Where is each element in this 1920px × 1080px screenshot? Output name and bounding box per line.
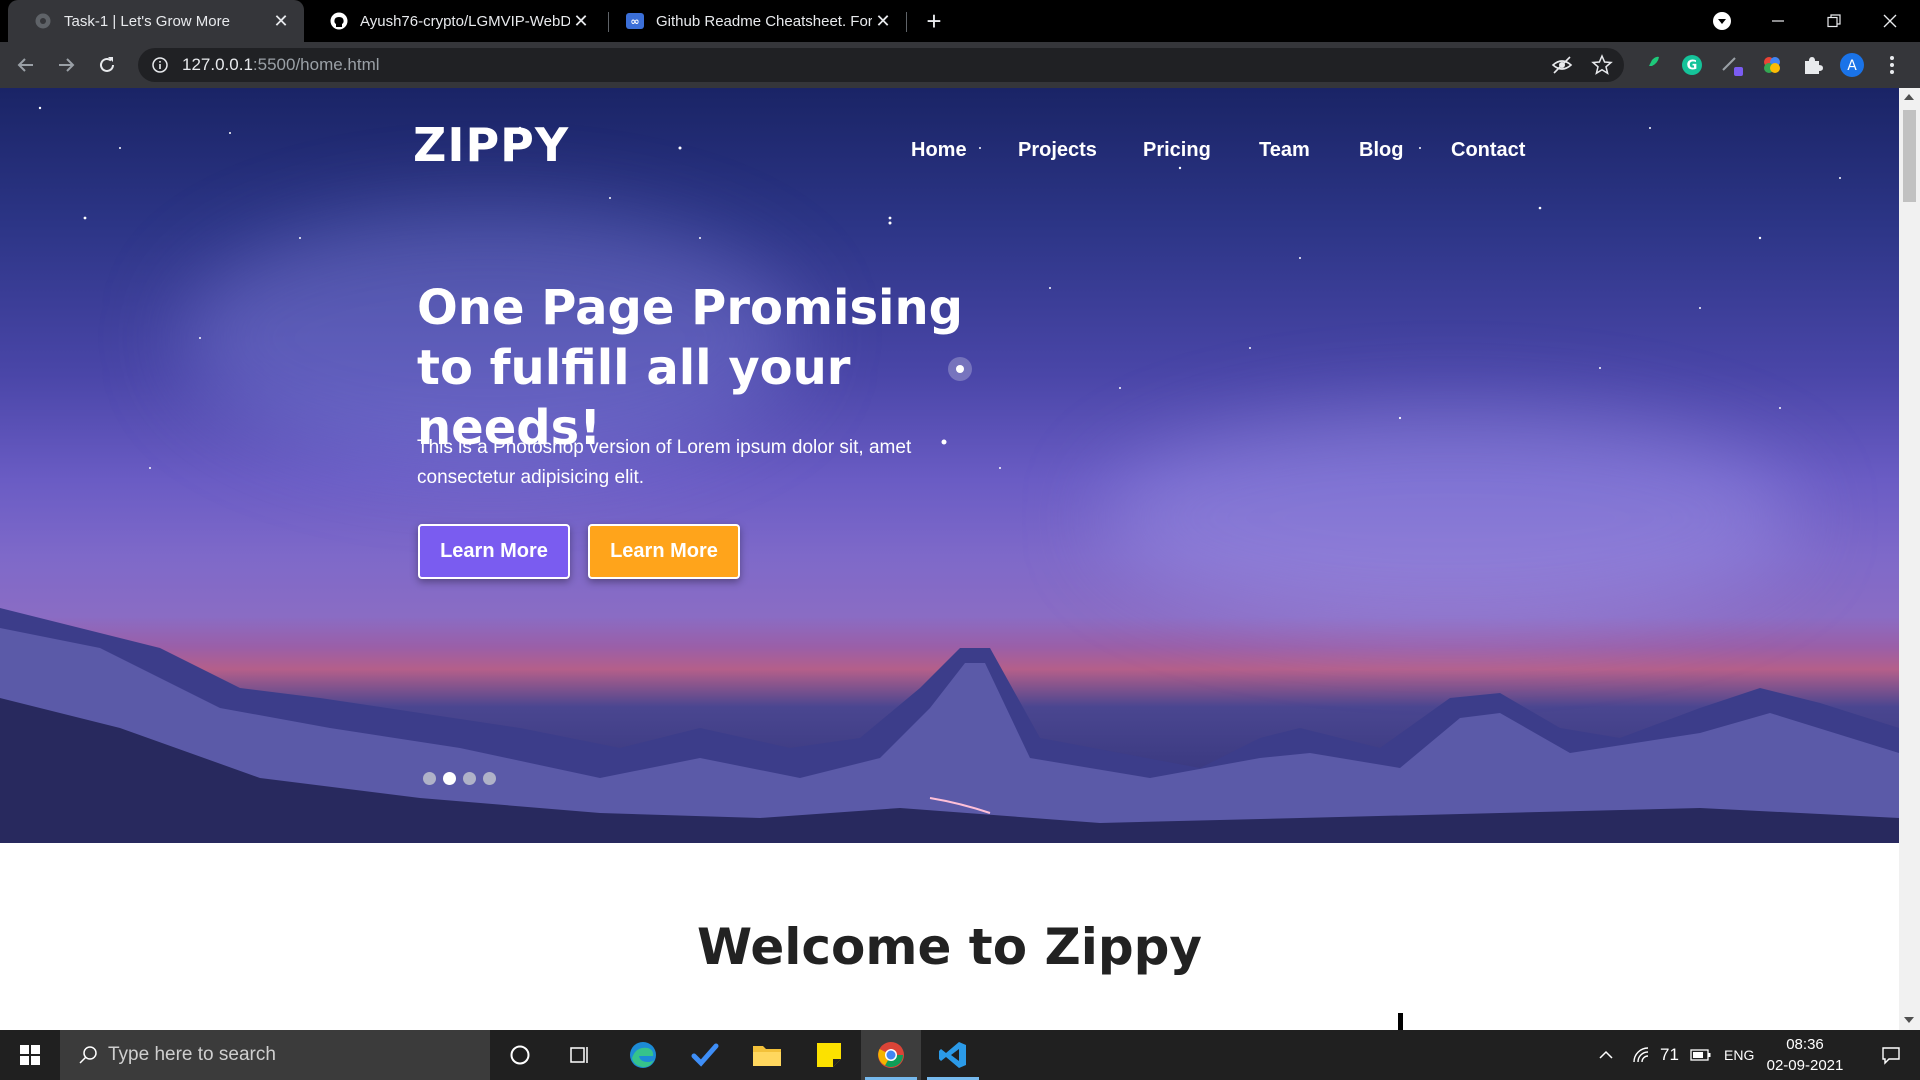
url-host: 127.0.0.1 [182, 55, 253, 74]
tab-title: Task-1 | Let's Grow More [64, 12, 230, 30]
welcome-heading: Welcome to Zippy [696, 918, 1203, 976]
nav-contact[interactable]: Contact [1451, 139, 1525, 162]
tray-temperature[interactable]: 71 [1660, 1030, 1679, 1080]
hero-section: ZIPPY Home Projects Pricing Team Blog Co… [0, 88, 1899, 843]
tab-task-1[interactable]: Task-1 | Let's Grow More ✕ [8, 0, 304, 42]
scroll-down-arrow-icon[interactable] [1904, 1017, 1914, 1023]
globe-icon [34, 12, 52, 30]
learn-more-secondary-button[interactable]: Learn More [588, 524, 740, 579]
url-text: 127.0.0.1:5500/home.html [182, 55, 380, 75]
back-arrow-icon[interactable] [10, 49, 42, 81]
cortana-icon[interactable] [490, 1030, 550, 1080]
browser-menu-icon[interactable] [1880, 53, 1904, 77]
file-explorer-icon[interactable] [737, 1030, 797, 1080]
todo-app-icon[interactable] [675, 1030, 735, 1080]
bookmark-star-icon[interactable] [1590, 53, 1614, 77]
carousel-dot-1[interactable] [423, 772, 436, 785]
wifi-icon[interactable] [1632, 1030, 1650, 1080]
tray-overflow-icon[interactable] [1598, 1030, 1614, 1080]
tab-github-repo[interactable]: Ayush76-crypto/LGMVIP-WebDe ✕ [304, 0, 604, 42]
extensions-puzzle-icon[interactable] [1800, 53, 1824, 77]
nav-pricing[interactable]: Pricing [1143, 139, 1211, 162]
battery-icon[interactable] [1690, 1030, 1712, 1080]
feather-extension-icon[interactable] [1639, 53, 1663, 77]
hero-headline: One Page Promising to fulfill all your n… [417, 280, 963, 456]
star-field-and-mountains [0, 106, 1899, 843]
svg-text:∞: ∞ [630, 15, 639, 28]
carousel-dot-2[interactable] [443, 772, 456, 785]
learn-more-primary-button[interactable]: Learn More [418, 524, 570, 579]
svg-text:G: G [1687, 59, 1698, 74]
search-icon [78, 1045, 98, 1065]
carousel-dot-3[interactable] [463, 772, 476, 785]
url-path: :5500/home.html [252, 55, 380, 74]
github-icon [330, 12, 348, 30]
taskbar-search-box[interactable]: Type here to search [60, 1030, 490, 1080]
clock-date: 02-09-2021 [1766, 1057, 1844, 1074]
search-placeholder: Type here to search [108, 1044, 276, 1065]
notifications-icon[interactable] [1866, 1030, 1916, 1080]
close-tab-icon[interactable]: ✕ [872, 10, 894, 32]
browser-tab-strip: Task-1 | Let's Grow More ✕ Ayush76-crypt… [0, 0, 1920, 42]
sticky-notes-icon[interactable] [799, 1030, 859, 1080]
pen-extension-icon[interactable] [1720, 53, 1744, 77]
restore-icon[interactable] [1806, 0, 1862, 42]
profile-avatar[interactable]: A [1840, 53, 1864, 77]
text-cursor [1398, 1013, 1403, 1030]
reload-icon[interactable] [91, 49, 123, 81]
tab-readme-cheatsheet[interactable]: ∞ Github Readme Cheatsheet. For a ✕ [600, 0, 906, 42]
edge-browser-icon[interactable] [613, 1030, 673, 1080]
site-info-icon[interactable] [150, 55, 170, 75]
grammarly-icon[interactable]: G [1680, 53, 1704, 77]
window-close-icon[interactable] [1862, 0, 1918, 42]
chrome-taskbar-icon[interactable] [861, 1030, 921, 1080]
scroll-up-arrow-icon[interactable] [1904, 94, 1914, 100]
brand-logo[interactable]: ZIPPY [413, 118, 569, 172]
tracking-hidden-icon[interactable] [1550, 53, 1574, 77]
vscode-icon[interactable] [923, 1030, 983, 1080]
carousel-indicators [423, 772, 496, 785]
new-tab-button[interactable]: + [920, 8, 948, 36]
nav-blog[interactable]: Blog [1359, 139, 1403, 162]
tab-title: Github Readme Cheatsheet. For a [656, 12, 872, 30]
nav-home[interactable]: Home [911, 139, 967, 162]
close-tab-icon[interactable]: ✕ [570, 10, 592, 32]
svg-text:A: A [1847, 58, 1857, 74]
page-scrollbar[interactable] [1899, 88, 1920, 1030]
forward-arrow-icon[interactable] [50, 49, 82, 81]
page-viewport: ZIPPY Home Projects Pricing Team Blog Co… [0, 88, 1920, 1030]
clock-time: 08:36 [1786, 1036, 1824, 1053]
scrollbar-thumb[interactable] [1903, 110, 1916, 202]
colorful-extension-icon[interactable] [1760, 53, 1784, 77]
tab-divider [906, 12, 907, 32]
address-bar[interactable]: 127.0.0.1:5500/home.html [138, 48, 1624, 82]
nav-projects[interactable]: Projects [1018, 139, 1097, 162]
input-language[interactable]: ENG [1724, 1030, 1754, 1080]
tab-title: Ayush76-crypto/LGMVIP-WebDe [360, 12, 570, 30]
windows-start-icon[interactable] [0, 1030, 60, 1080]
nav-team[interactable]: Team [1259, 139, 1310, 162]
close-tab-icon[interactable]: ✕ [270, 10, 292, 32]
infinity-icon: ∞ [626, 12, 644, 30]
tab-search-icon[interactable] [1694, 0, 1750, 42]
windows-taskbar: Type here to search 71 ENG 08:36 02-09-2… [0, 1030, 1920, 1080]
hero-lead-text: This is a Photoshop version of Lorem ips… [417, 437, 912, 488]
taskbar-clock[interactable]: 08:36 02-09-2021 [1755, 1034, 1855, 1076]
task-view-icon[interactable] [550, 1030, 610, 1080]
minimize-icon[interactable] [1750, 0, 1806, 42]
carousel-dot-4[interactable] [483, 772, 496, 785]
browser-toolbar: 127.0.0.1:5500/home.html G A [0, 42, 1920, 88]
